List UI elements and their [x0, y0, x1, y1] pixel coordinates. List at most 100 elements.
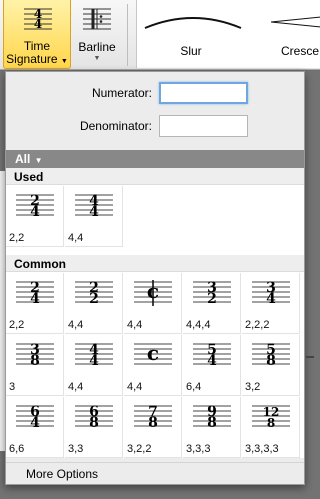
gallery-item-label: Cresce [281, 44, 320, 58]
beam-group-label: 4,4 [68, 381, 84, 393]
time-signature-glyph: 64 [16, 404, 54, 431]
beam-group-label: 6,4 [186, 381, 202, 393]
denominator-glyph: 4 [30, 204, 40, 220]
chevron-down-icon: ▼ [32, 156, 43, 165]
beam-group-label: 2,2 [9, 319, 25, 331]
beam-group-label: 4,4 [68, 319, 84, 331]
barline-label: Barline [78, 40, 116, 54]
time-signature-option[interactable]: c 4,4 [124, 335, 182, 396]
filter-label: All [15, 152, 31, 166]
denominator-glyph: 4 [89, 204, 99, 220]
time-signature-option[interactable]: 4 4 4,4 [65, 335, 123, 396]
time-signature-glyph: 32 [193, 280, 231, 307]
time-signature-glyph: 34 [252, 280, 290, 307]
denominator-glyph: 4 [266, 291, 276, 307]
denominator-glyph: 8 [207, 415, 217, 431]
time-signature-option[interactable]: 5 8 3,2 [242, 335, 300, 396]
beam-group-label: 4,4 [127, 381, 143, 393]
numerator-label: Numerator: [91, 86, 152, 100]
beam-group-label: 4,4 [68, 232, 84, 244]
slur-icon [144, 17, 242, 29]
time-signature-icon: 4 4 [24, 7, 52, 31]
time-signature-option[interactable]: 4 4 4,4 [65, 186, 123, 247]
denominator-row: Denominator: [6, 115, 306, 137]
beam-group-label: 3,2,2 [127, 443, 152, 455]
time-signature-option[interactable]: 2 2 4,4 [65, 273, 123, 334]
scroll-indicator [306, 356, 314, 358]
time-signature-glyph: 68 [75, 404, 113, 431]
beam-group-label: 3,3,3,3 [245, 443, 279, 455]
time-signature-glyph: 98 [193, 404, 231, 431]
section-header-common: Common [6, 255, 304, 272]
chevron-down-icon: ▼ [93, 55, 101, 62]
cut-time-icon: c [134, 279, 172, 306]
time-signature-glyph: 24 [16, 280, 54, 307]
more-options-button[interactable]: More Options [6, 462, 304, 484]
common-time-glyph: c [147, 341, 159, 365]
section-header-used: Used [6, 168, 304, 185]
numerator-field[interactable] [159, 82, 248, 104]
time-signature-label-line1: Time [23, 39, 51, 53]
denominator-glyph: 4 [30, 291, 40, 307]
beam-group-label: 3,2 [245, 381, 261, 393]
denominator-glyph: 8 [267, 416, 275, 430]
time-signature-option[interactable]: 5 4 6,4 [183, 335, 241, 396]
time-signature-option[interactable]: 383 [6, 335, 64, 396]
barline-button[interactable]: Barline ▼ [73, 0, 121, 69]
beam-group-label: 2,2,2 [245, 319, 270, 331]
time-signature-glyph: 24 [16, 193, 54, 220]
beam-group-label: 4,4,4 [186, 319, 211, 331]
beam-group-label: 6,6 [9, 443, 25, 455]
beam-group-label: 4,4 [127, 319, 143, 331]
denominator-field[interactable] [159, 115, 248, 137]
time-signature-glyph: 44 [75, 193, 113, 220]
beam-group-label: 3,3,3 [186, 443, 211, 455]
time-signature-option[interactable]: 7 8 3,2,2 [124, 397, 182, 458]
denominator-glyph: 4 [89, 353, 99, 369]
time-signature-option[interactable]: 2 4 2,2 [6, 186, 64, 247]
time-signature-option[interactable]: 9 8 3,3,3 [183, 397, 241, 458]
denominator-glyph: 8 [89, 415, 99, 431]
time-signature-gallery: Used Common 242,2444,4242,2224,4c4,4324,… [6, 168, 304, 458]
time-signature-option[interactable]: c 4,4 [124, 273, 182, 334]
beam-group-label: 2,2 [9, 232, 25, 244]
time-signature-button[interactable]: 4 4 Time Signature ▼ [3, 0, 71, 69]
ribbon: 4 4 Time Signature ▼ Barline ▼ Slur Cres… [0, 0, 320, 70]
crescendo-icon [271, 16, 320, 28]
svg-text:4: 4 [34, 17, 42, 31]
beam-group-label: 3,3 [68, 443, 84, 455]
gallery-item-crescendo[interactable]: Cresce [267, 0, 320, 68]
time-signature-label: Time Signature ▼ [4, 40, 70, 68]
denominator-label: Denominator: [79, 119, 152, 133]
denominator-glyph: 8 [266, 353, 276, 369]
time-signature-glyph: 22 [75, 280, 113, 307]
denominator-glyph: 8 [148, 415, 158, 431]
beam-group-label: 3 [9, 381, 16, 393]
chevron-down-icon: ▼ [60, 58, 68, 65]
numerator-row: Numerator: [6, 82, 306, 104]
time-signature-option[interactable]: 2 4 2,2 [6, 273, 64, 334]
gallery-item-slur[interactable]: Slur [137, 0, 245, 68]
denominator-glyph: 4 [207, 353, 217, 369]
time-signature-option[interactable]: 6 8 3,3 [65, 397, 123, 458]
time-signature-popup: Numerator: Denominator: All ▼ Used Commo… [5, 71, 305, 485]
line-gallery: Slur Cresce [136, 0, 320, 68]
time-signature-option[interactable]: 12 8 3,3,3,3 [242, 397, 300, 458]
time-signature-option[interactable]: 6 4 6,6 [6, 397, 64, 458]
common-time-icon: c [134, 341, 172, 365]
gallery-item-label: Slur [180, 44, 202, 58]
denominator-glyph: 8 [30, 353, 40, 369]
barline-icon [83, 8, 111, 30]
ribbon-separator [127, 4, 128, 66]
denominator-glyph: 4 [30, 415, 40, 431]
time-signature-option[interactable]: 3 4 2,2,2 [242, 273, 300, 334]
time-signature-glyph: 44 [75, 342, 113, 369]
time-signature-glyph: 58 [252, 342, 290, 369]
time-signature-glyph: 54 [193, 342, 231, 369]
denominator-glyph: 2 [89, 291, 99, 307]
time-signature-label-line2: Signature [6, 52, 58, 66]
filter-dropdown[interactable]: All ▼ [6, 150, 304, 168]
time-signature-glyph: 38 [16, 342, 54, 369]
time-signature-option[interactable]: 3 2 4,4,4 [183, 273, 241, 334]
time-signature-glyph: 128 [252, 405, 290, 430]
